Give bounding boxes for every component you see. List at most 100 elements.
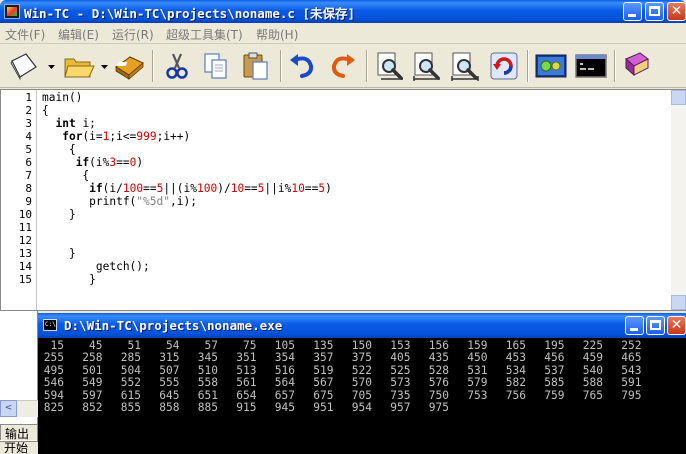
output-value: 54 — [166, 340, 180, 352]
output-value: 546 — [43, 376, 64, 390]
compile-run-button[interactable] — [534, 49, 568, 83]
output-value: 564 — [274, 376, 295, 390]
output-value: 516 — [274, 363, 295, 377]
code-token: == — [143, 182, 157, 195]
output-value: 570 — [351, 376, 372, 390]
output-value: 558 — [197, 376, 218, 390]
output-value: 852 — [82, 401, 103, 414]
open-button[interactable] — [62, 49, 96, 83]
console-window[interactable]: C:\ D:\Win-TC\projects\noname.exe ✕ 15 45… — [38, 313, 686, 454]
code-token: { — [42, 104, 49, 117]
output-value: 531 — [467, 363, 488, 377]
refresh-button[interactable] — [487, 49, 521, 83]
find-button[interactable] — [373, 49, 407, 83]
code-token: } — [42, 273, 96, 286]
scroll-left-arrow-icon[interactable]: < — [0, 400, 17, 417]
cut-button[interactable] — [160, 49, 194, 83]
output-value: 513 — [236, 363, 257, 377]
code-line: { — [42, 143, 76, 156]
app-icon[interactable] — [4, 4, 20, 19]
minimize-button[interactable] — [623, 2, 642, 21]
replace-button[interactable] — [448, 49, 482, 83]
output-value: 561 — [236, 376, 257, 390]
console-output: 15 45 51 54 57 75 105 135 150 153 156 159 165 195 225 2… — [38, 340, 686, 454]
menu-super-tools[interactable]: 超级工具集(T) — [166, 26, 243, 43]
maximize-icon — [649, 6, 660, 16]
open-dropdown-arrow-icon[interactable] — [101, 64, 108, 70]
output-value: 459 — [582, 351, 603, 365]
line-number: 8 — [25, 182, 32, 195]
output-value: 750 — [428, 388, 449, 402]
code-token: } — [42, 208, 76, 221]
line-number: 11 — [18, 221, 32, 234]
console-app-icon[interactable]: C:\ — [43, 319, 57, 331]
copy-button[interactable] — [199, 49, 233, 83]
undo-icon — [290, 54, 314, 78]
editor-vertical-scrollbar[interactable] — [671, 90, 686, 310]
console-button[interactable] — [574, 49, 608, 83]
output-value: 525 — [390, 363, 411, 377]
output-value: 759 — [544, 388, 565, 402]
line-number: 10 — [18, 208, 32, 221]
output-value: 453 — [505, 351, 526, 365]
new-dropdown-arrow-icon[interactable] — [48, 64, 55, 70]
menu-file[interactable]: 文件(F) — [5, 26, 45, 43]
code-token: (i% — [89, 156, 110, 169]
output-value: 153 — [390, 340, 411, 352]
code-token: ;i<= — [109, 130, 137, 143]
new-file-button[interactable] — [6, 49, 40, 83]
code-token: getch(); — [42, 260, 150, 273]
output-value: 510 — [197, 363, 218, 377]
paste-button[interactable] — [239, 49, 273, 83]
output-value: 651 — [197, 388, 218, 402]
maximize-button[interactable] — [645, 2, 664, 21]
output-value: 594 — [43, 388, 64, 402]
menu-edit[interactable]: 编辑(E) — [58, 26, 99, 43]
code-token: ) — [325, 182, 332, 195]
code-token: 100 — [122, 182, 144, 195]
horizontal-scrollbar[interactable] — [17, 400, 38, 417]
console-close-button[interactable]: ✕ — [667, 316, 686, 335]
menu-run[interactable]: 运行(R) — [112, 26, 154, 43]
menu-bar: 文件(F) 编辑(E) 运行(R) 超级工具集(T) 帮助(H) — [0, 23, 686, 44]
save-button[interactable] — [112, 49, 146, 83]
code-token: } — [42, 247, 76, 260]
find-next-button[interactable] — [410, 49, 444, 83]
console-title-bar[interactable]: C:\ D:\Win-TC\projects\noname.exe ✕ — [38, 313, 686, 338]
console-minimize-button[interactable] — [625, 316, 644, 335]
output-value: 57 — [204, 340, 218, 352]
output-value: 45 — [89, 340, 103, 352]
console-icon — [575, 54, 607, 78]
output-value: 315 — [159, 351, 180, 365]
output-value: 258 — [82, 351, 103, 365]
tab-start[interactable]: 开始 — [0, 441, 38, 454]
output-value: 915 — [236, 401, 257, 414]
output-value: 582 — [505, 376, 526, 390]
replace-icon — [451, 52, 479, 81]
output-value: 75 — [243, 340, 257, 352]
redo-button[interactable] — [325, 49, 359, 83]
help-button[interactable] — [620, 49, 654, 83]
window-title: Win-TC - D:\Win-TC\projects\noname.c [未保… — [24, 6, 355, 21]
scroll-up-arrow-icon[interactable] — [671, 90, 686, 105]
undo-button[interactable] — [286, 49, 320, 83]
output-value: 345 — [197, 351, 218, 365]
code-editor[interactable]: 1 2 3 4 5 6 7 8 9 10 11 12 13 14 15 main(){ int i; for… — [0, 89, 686, 311]
code-line: } — [42, 273, 96, 286]
code-line: printf("%5d",i); — [42, 195, 197, 208]
scroll-down-arrow-icon[interactable] — [671, 295, 686, 310]
console-maximize-button[interactable] — [646, 316, 665, 335]
code-line: for(i=1;i<=999;i++) — [42, 130, 190, 143]
code-token: (i/ — [102, 182, 123, 195]
window-title-bar[interactable]: Win-TC - D:\Win-TC\projects\noname.c [未保… — [0, 0, 686, 23]
output-value: 573 — [390, 376, 411, 390]
menu-help[interactable]: 帮助(H) — [256, 26, 298, 43]
code-token: == — [116, 156, 130, 169]
output-value: 435 — [428, 351, 449, 365]
tab-output[interactable]: 输出 — [0, 424, 38, 440]
minimize-icon — [630, 328, 638, 331]
output-value: 765 — [582, 388, 603, 402]
code-token: "%5d" — [136, 195, 170, 208]
close-button[interactable]: ✕ — [667, 2, 686, 21]
line-number-gutter: 1 2 3 4 5 6 7 8 9 10 11 12 13 14 15 — [1, 90, 37, 310]
